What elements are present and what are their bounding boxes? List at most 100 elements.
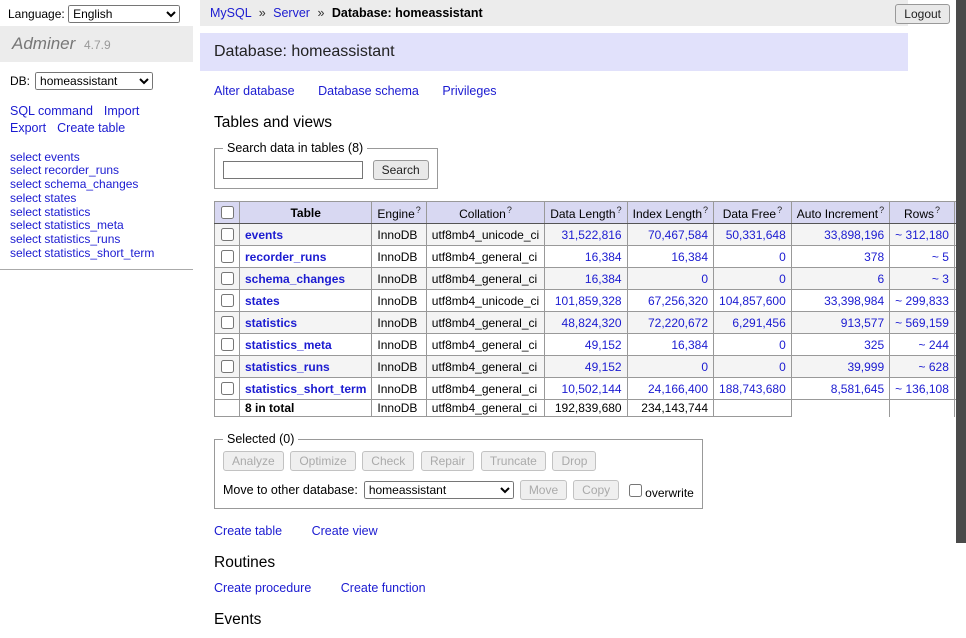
auto-increment-link[interactable]: 8,581,645 <box>831 382 884 396</box>
copy-button[interactable]: Copy <box>573 480 619 500</box>
data-free-link[interactable]: 0 <box>779 272 786 286</box>
table-link[interactable]: statistics_meta <box>44 218 123 232</box>
analyze-button[interactable]: Analyze <box>223 451 284 471</box>
row-checkbox[interactable] <box>221 338 234 351</box>
index-length-link[interactable]: 24,166,400 <box>648 382 708 396</box>
select-link[interactable]: select <box>10 246 41 260</box>
sidebar-link-export[interactable]: Export <box>10 121 46 135</box>
data-length-link[interactable]: 31,522,816 <box>562 228 622 242</box>
database-schema-link[interactable]: Database schema <box>318 84 419 98</box>
auto-increment-link[interactable]: 913,577 <box>841 316 884 330</box>
search-button[interactable]: Search <box>373 160 429 180</box>
sidebar-link-import[interactable]: Import <box>104 104 139 118</box>
language-select[interactable]: English <box>68 5 180 23</box>
rows-count-link[interactable]: ~ 299,833 <box>895 294 949 308</box>
table-link[interactable]: events <box>44 150 79 164</box>
row-checkbox[interactable] <box>221 360 234 373</box>
table-name-link[interactable]: statistics_short_term <box>245 382 366 396</box>
table-name-link[interactable]: statistics_meta <box>245 338 332 352</box>
alter-database-link[interactable]: Alter database <box>214 84 295 98</box>
select-link[interactable]: select <box>10 163 41 177</box>
data-length-link[interactable]: 10,502,144 <box>562 382 622 396</box>
table-name-link[interactable]: statistics <box>245 316 297 330</box>
data-free-link[interactable]: 104,857,600 <box>719 294 786 308</box>
table-name-link[interactable]: events <box>245 228 283 242</box>
row-checkbox[interactable] <box>221 382 234 395</box>
create-table-link[interactable]: Create table <box>214 524 282 538</box>
auto-increment-link[interactable]: 33,898,196 <box>824 228 884 242</box>
db-select[interactable]: homeassistant <box>35 72 153 90</box>
rows-count-link[interactable]: ~ 136,108 <box>895 382 949 396</box>
create-procedure-link[interactable]: Create procedure <box>214 581 311 595</box>
select-link[interactable]: select <box>10 205 41 219</box>
data-length-link[interactable]: 16,384 <box>585 250 622 264</box>
breadcrumb-server-link[interactable]: Server <box>273 6 310 20</box>
data-free-link[interactable]: 50,331,648 <box>726 228 786 242</box>
create-view-link[interactable]: Create view <box>312 524 378 538</box>
drop-button[interactable]: Drop <box>552 451 596 471</box>
search-input[interactable] <box>223 161 363 179</box>
help-icon[interactable]: ? <box>703 205 708 215</box>
sidebar-link-create-table[interactable]: Create table <box>57 121 125 135</box>
data-free-link[interactable]: 188,743,680 <box>719 382 786 396</box>
move-button[interactable]: Move <box>520 480 567 500</box>
index-length-link[interactable]: 0 <box>701 360 708 374</box>
select-link[interactable]: select <box>10 191 41 205</box>
table-name-link[interactable]: statistics_runs <box>245 360 330 374</box>
rows-count-link[interactable]: ~ 312,180 <box>895 228 949 242</box>
app-logo-link[interactable]: Adminer <box>12 34 75 53</box>
scrollbar-thumb[interactable] <box>956 0 966 543</box>
index-length-link[interactable]: 0 <box>701 272 708 286</box>
table-link[interactable]: statistics_short_term <box>44 246 154 260</box>
data-free-link[interactable]: 6,291,456 <box>732 316 785 330</box>
vertical-scrollbar[interactable] <box>956 0 966 543</box>
rows-count-link[interactable]: ~ 628 <box>919 360 949 374</box>
row-checkbox[interactable] <box>221 294 234 307</box>
move-database-select[interactable]: homeassistant <box>364 481 514 499</box>
auto-increment-link[interactable]: 33,398,984 <box>824 294 884 308</box>
optimize-button[interactable]: Optimize <box>290 451 355 471</box>
row-checkbox[interactable] <box>221 272 234 285</box>
row-checkbox[interactable] <box>221 316 234 329</box>
truncate-button[interactable]: Truncate <box>481 451 546 471</box>
help-icon[interactable]: ? <box>416 205 421 215</box>
table-link[interactable]: schema_changes <box>44 177 138 191</box>
check-button[interactable]: Check <box>362 451 414 471</box>
index-length-link[interactable]: 16,384 <box>671 338 708 352</box>
data-length-link[interactable]: 48,824,320 <box>562 316 622 330</box>
breadcrumb-mysql-link[interactable]: MySQL <box>210 6 251 20</box>
select-link[interactable]: select <box>10 150 41 164</box>
table-link[interactable]: recorder_runs <box>44 163 119 177</box>
data-length-link[interactable]: 49,152 <box>585 360 622 374</box>
rows-count-link[interactable]: ~ 5 <box>932 250 949 264</box>
table-name-link[interactable]: recorder_runs <box>245 250 326 264</box>
help-icon[interactable]: ? <box>617 205 622 215</box>
sidebar-link-sql-command[interactable]: SQL command <box>10 104 93 118</box>
help-icon[interactable]: ? <box>777 205 782 215</box>
overwrite-checkbox[interactable] <box>629 484 642 497</box>
table-link[interactable]: statistics_runs <box>44 232 120 246</box>
index-length-link[interactable]: 72,220,672 <box>648 316 708 330</box>
data-free-link[interactable]: 0 <box>779 250 786 264</box>
index-length-link[interactable]: 67,256,320 <box>648 294 708 308</box>
repair-button[interactable]: Repair <box>421 451 474 471</box>
logout-button[interactable]: Logout <box>895 4 950 24</box>
data-free-link[interactable]: 0 <box>779 360 786 374</box>
table-link[interactable]: statistics <box>44 205 90 219</box>
auto-increment-link[interactable]: 378 <box>864 250 884 264</box>
auto-increment-link[interactable]: 325 <box>864 338 884 352</box>
table-link[interactable]: states <box>44 191 76 205</box>
data-length-link[interactable]: 16,384 <box>585 272 622 286</box>
auto-increment-link[interactable]: 6 <box>877 272 884 286</box>
index-length-link[interactable]: 70,467,584 <box>648 228 708 242</box>
help-icon[interactable]: ? <box>507 205 512 215</box>
select-link[interactable]: select <box>10 177 41 191</box>
rows-count-link[interactable]: ~ 569,159 <box>895 316 949 330</box>
create-function-link[interactable]: Create function <box>341 581 426 595</box>
help-icon[interactable]: ? <box>935 205 940 215</box>
privileges-link[interactable]: Privileges <box>442 84 496 98</box>
data-length-link[interactable]: 49,152 <box>585 338 622 352</box>
row-checkbox[interactable] <box>221 250 234 263</box>
help-icon[interactable]: ? <box>879 205 884 215</box>
row-checkbox[interactable] <box>221 228 234 241</box>
